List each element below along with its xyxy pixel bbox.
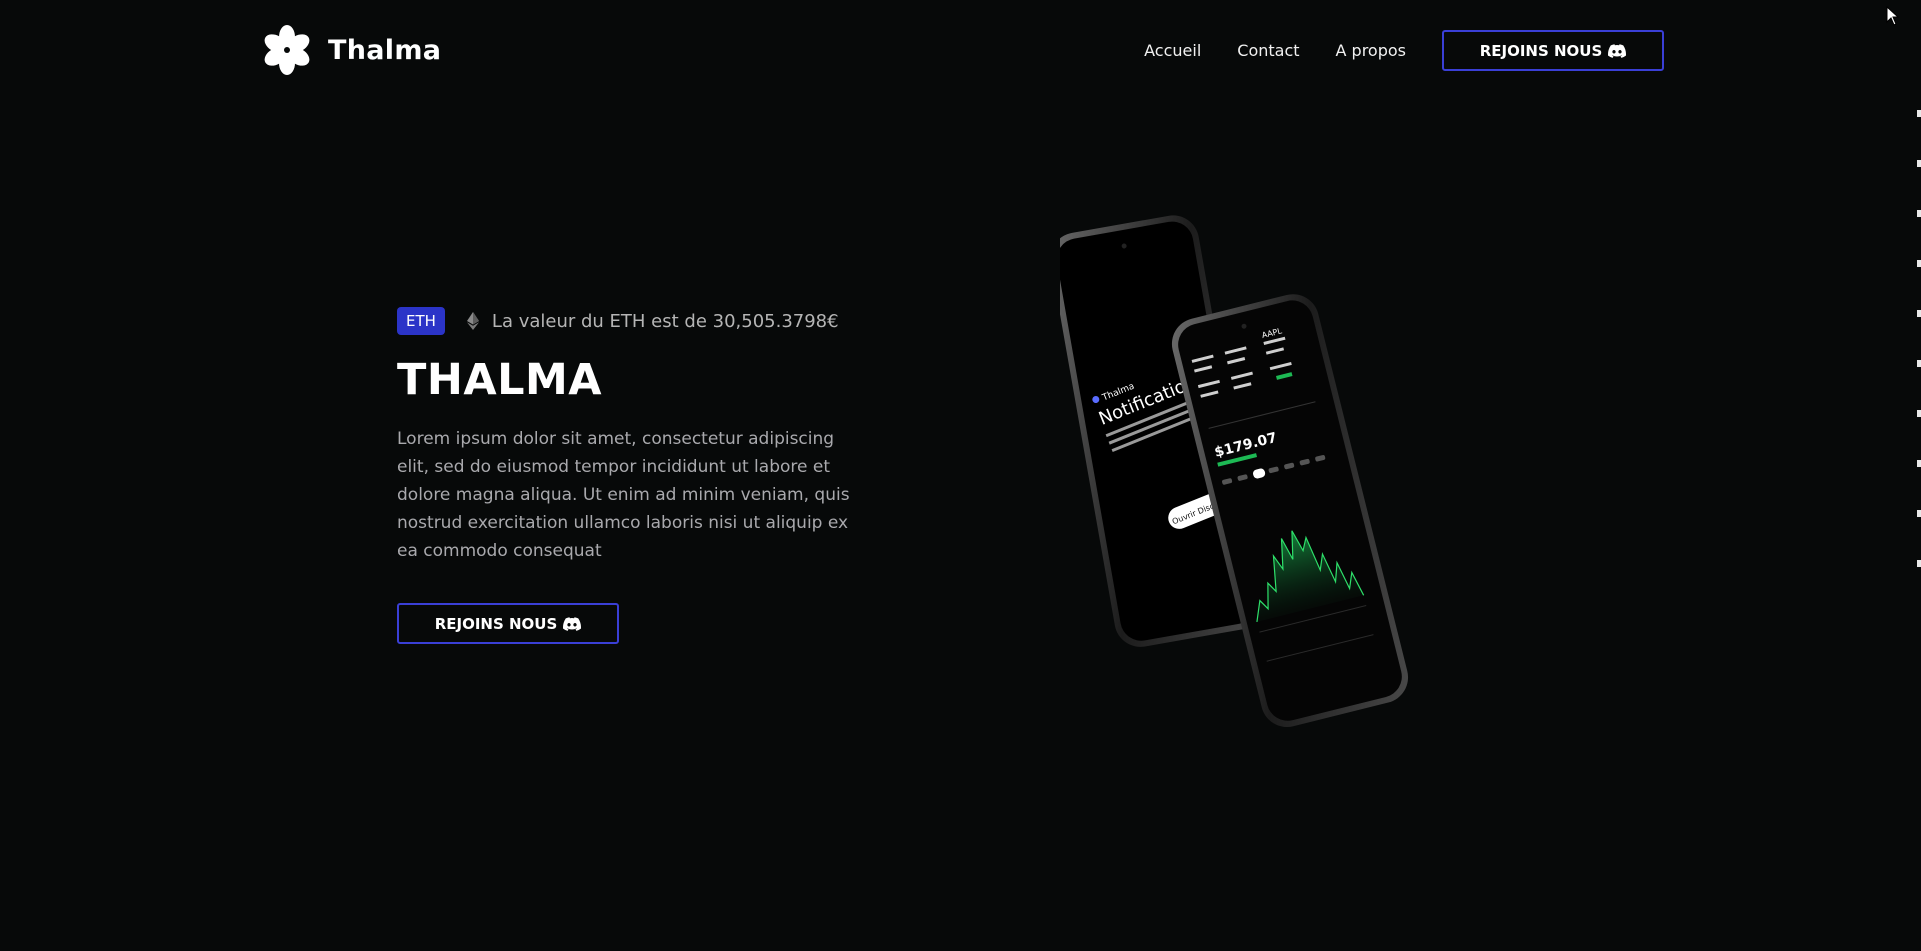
ethereum-icon	[466, 312, 479, 330]
eth-price-text: La valeur du ETH est de 30,505.3798€	[491, 310, 839, 332]
nav-link-a-propos[interactable]: A propos	[1336, 41, 1406, 60]
mouse-cursor-icon	[1886, 6, 1900, 26]
edge-tick	[1917, 510, 1921, 517]
edge-tick	[1917, 360, 1921, 367]
brand-name: Thalma	[328, 34, 442, 66]
flower-icon	[259, 22, 315, 78]
edge-tick	[1917, 310, 1921, 317]
hero-description: Lorem ipsum dolor sit amet, consectetur …	[397, 429, 850, 561]
nav-join-label: REJOINS NOUS	[1479, 41, 1603, 60]
phones-mockup: Thalma Notification Ouvrir Discord AAPL …	[1060, 200, 1440, 750]
nav-join-button[interactable]: REJOINS NOUS	[1442, 30, 1664, 71]
nav-link-accueil[interactable]: Accueil	[1144, 41, 1201, 60]
edge-tick	[1917, 560, 1921, 567]
scroll-indicator-ticks	[1917, 100, 1921, 620]
hero-title: THALMA	[397, 355, 603, 405]
edge-tick	[1917, 260, 1921, 267]
hero-join-label: REJOINS NOUS	[434, 614, 558, 633]
edge-tick	[1917, 410, 1921, 417]
edge-tick	[1917, 160, 1921, 167]
hero-section: ETH La valeur du ETH est de 30,505.3798€…	[397, 307, 872, 644]
eth-ticker: ETH La valeur du ETH est de 30,505.3798€	[397, 307, 872, 335]
brand-logo[interactable]: Thalma	[259, 22, 441, 78]
main-nav: Accueil Contact A propos REJOINS NOUS	[1144, 30, 1664, 71]
nav-link-contact[interactable]: Contact	[1237, 41, 1299, 60]
eth-badge: ETH	[397, 307, 445, 335]
edge-tick	[1917, 210, 1921, 217]
edge-tick	[1917, 110, 1921, 117]
discord-icon	[1608, 43, 1627, 58]
discord-icon	[563, 616, 582, 631]
page: Thalma Accueil Contact A propos REJOINS …	[0, 0, 1921, 951]
hero-join-button[interactable]: REJOINS NOUS	[397, 603, 619, 644]
edge-tick	[1917, 460, 1921, 467]
